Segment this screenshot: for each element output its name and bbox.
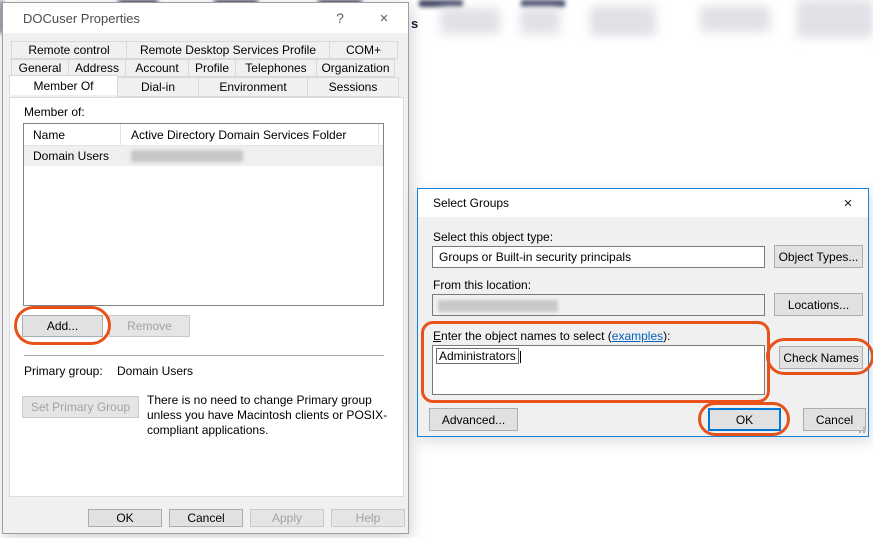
from-location-field[interactable] [432,294,765,316]
redacted-region [419,0,463,7]
tab-telephones[interactable]: Telephones [235,59,317,77]
tab-account[interactable]: Account [125,59,189,77]
help-icon[interactable]: ? [321,3,359,33]
object-names-value: Administrators [436,348,519,364]
remove-button: Remove [109,315,190,337]
redacted-region [521,0,565,7]
tab-sessions[interactable]: Sessions [307,77,399,97]
redacted-region [797,0,873,38]
group-name-cell: Domain Users [24,149,121,163]
desktop: s DOCuser Properties ? × Remote control … [0,0,873,538]
docuser-properties-dialog: DOCuser Properties ? × Remote control Re… [2,2,409,534]
tab-profile[interactable]: Profile [188,59,236,77]
background-text-fragment: s [411,16,418,31]
primary-group-value: Domain Users [117,364,193,378]
tab-com-plus[interactable]: COM+ [329,41,398,59]
list-item[interactable]: Domain Users [24,146,383,166]
redacted-folder-value [131,150,243,162]
primary-group-label: Primary group: [24,364,103,378]
ok-button[interactable]: OK [88,509,162,527]
resize-grip[interactable] [857,425,865,433]
titlebar[interactable]: DOCuser Properties ? × [3,3,408,33]
object-type-value: Groups or Built-in security principals [439,250,631,264]
divider [24,355,384,356]
object-names-input[interactable]: Administrators [432,345,765,395]
group-folder-cell [121,146,383,166]
advanced-button[interactable]: Advanced... [429,408,518,431]
tab-remote-desktop-services-profile[interactable]: Remote Desktop Services Profile [126,41,330,59]
object-type-field[interactable]: Groups or Built-in security principals [432,246,765,268]
tab-dial-in[interactable]: Dial-in [117,77,199,97]
close-icon[interactable]: × [828,189,868,217]
titlebar[interactable]: Select Groups × [418,189,868,217]
member-of-list[interactable]: Name Active Directory Domain Services Fo… [23,123,384,306]
add-button[interactable]: Add... [22,315,103,337]
tab-remote-control[interactable]: Remote control [11,41,127,59]
apply-button: Apply [250,509,324,527]
redacted-region [520,8,560,34]
dialog-title: DOCuser Properties [23,11,140,26]
tab-environment[interactable]: Environment [198,77,308,97]
object-names-label-suffix: ): [663,329,670,343]
redacted-region [590,6,656,36]
object-type-label: Select this object type: [433,230,553,244]
check-names-button[interactable]: Check Names [779,346,863,369]
redacted-region [700,6,770,32]
tab-member-of[interactable]: Member Of [9,75,118,95]
member-of-tab-page: Member of: Name Active Directory Domain … [9,97,404,497]
object-types-button[interactable]: Object Types... [774,245,863,268]
primary-group-note: There is no need to change Primary group… [147,393,397,438]
tab-organization[interactable]: Organization [316,59,395,77]
tab-row-1: Remote control Remote Desktop Services P… [11,41,397,59]
redacted-location-value [438,300,558,312]
help-button: Help [331,509,405,527]
select-groups-dialog: Select Groups × Select this object type:… [417,188,869,437]
set-primary-group-button: Set Primary Group [22,396,139,418]
locations-button[interactable]: Locations... [774,293,863,316]
dialog-title: Select Groups [433,196,509,210]
ok-button[interactable]: OK [708,408,781,431]
from-location-label: From this location: [433,278,531,292]
column-header-folder[interactable]: Active Directory Domain Services Folder [121,124,379,145]
text-caret [520,351,521,363]
close-icon[interactable]: × [365,3,403,33]
object-names-label: Enter the object names to select (exampl… [433,329,670,343]
tab-row-3: Member Of Dial-in Environment Sessions [9,77,398,97]
examples-link[interactable]: examples [612,329,663,343]
list-header[interactable]: Name Active Directory Domain Services Fo… [24,124,383,146]
cancel-button[interactable]: Cancel [169,509,243,527]
redacted-region [440,8,500,34]
member-of-label: Member of: [24,105,85,119]
object-names-label-text: Enter the object names to select ( [433,329,612,343]
column-header-name[interactable]: Name [24,124,121,145]
